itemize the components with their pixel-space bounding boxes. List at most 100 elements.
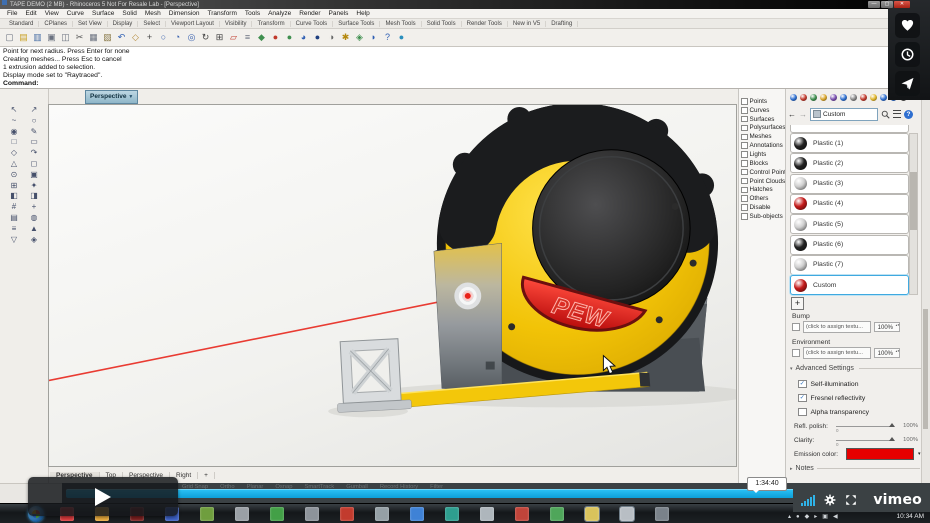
checkbox-icon[interactable]	[741, 133, 748, 141]
tool-icon[interactable]: ◧	[4, 191, 24, 202]
viewport-tab[interactable]: +	[198, 471, 215, 479]
menu-item[interactable]: Analyze	[264, 10, 295, 17]
material-item[interactable]: Custom	[790, 275, 909, 296]
tool-icon[interactable]: ~	[4, 116, 24, 127]
material-item[interactable]: Plastic (7)	[790, 254, 909, 275]
toolbar-icon[interactable]: +	[143, 31, 156, 44]
checkbox-icon[interactable]	[741, 160, 748, 167]
material-list-scrollbar[interactable]	[909, 133, 918, 295]
material-toolbar-icon[interactable]	[820, 94, 827, 101]
taskbar-app-icon[interactable]	[305, 507, 319, 521]
slider-handle[interactable]	[889, 436, 895, 441]
close-button[interactable]: ✕	[894, 1, 910, 8]
filter-row[interactable]: Blocks	[739, 159, 785, 168]
scrollbar-thumb[interactable]	[923, 309, 928, 429]
toolbar-icon[interactable]: ●	[395, 31, 408, 44]
vimeo-logo[interactable]: vimeo	[873, 492, 922, 508]
toolbar-icon[interactable]: ≡	[241, 31, 254, 44]
tool-icon[interactable]: ↖	[4, 105, 24, 116]
material-toolbar-icon[interactable]	[810, 94, 817, 101]
toolbar-tab[interactable]: Standard	[4, 20, 40, 27]
tool-icon[interactable]: ↷	[24, 148, 44, 159]
tool-icon[interactable]: ▲	[24, 224, 44, 235]
material-toolbar-icon[interactable]	[880, 94, 887, 101]
toolbar-icon[interactable]: ◗	[367, 31, 380, 44]
toolbar-icon[interactable]: ◎	[185, 31, 198, 44]
tray-icon[interactable]: ▴	[788, 513, 791, 522]
scrollbar-thumb[interactable]	[910, 172, 917, 230]
material-item[interactable]: Plastic (4)	[790, 193, 909, 214]
toolbar-icon[interactable]: ↶	[115, 31, 128, 44]
filter-row[interactable]: Others	[739, 194, 785, 203]
taskbar-app-icon[interactable]	[655, 507, 669, 521]
maximize-button[interactable]: ▢	[881, 1, 893, 8]
checkbox-icon[interactable]	[792, 323, 800, 331]
taskbar-app-icon[interactable]	[584, 506, 600, 522]
checkbox-icon[interactable]	[798, 407, 807, 417]
toolbar-icon[interactable]: ●	[283, 31, 296, 44]
refl-polish-slider[interactable]: 0	[836, 422, 895, 433]
toolbar-tab[interactable]: Visibility	[220, 20, 253, 27]
taskbar-app-icon[interactable]	[340, 507, 354, 521]
menu-hamburger-icon[interactable]	[893, 110, 901, 118]
command-history[interactable]: Point for next radius. Press Enter for n…	[0, 47, 930, 89]
tool-icon[interactable]: #	[4, 202, 24, 213]
filter-row[interactable]: Point Clouds	[739, 177, 785, 186]
toolbar-icon[interactable]: ○	[157, 31, 170, 44]
taskbar-app-icon[interactable]	[445, 507, 459, 521]
bump-texture-button[interactable]: (click to assign textu...	[803, 321, 871, 333]
checkbox-icon[interactable]	[741, 168, 748, 176]
settings-gear-icon[interactable]	[824, 494, 836, 506]
bump-percent-spinner[interactable]: 100%	[874, 322, 900, 332]
material-toolbar-icon[interactable]	[860, 94, 867, 101]
checkbox-icon[interactable]	[741, 124, 748, 132]
tool-icon[interactable]: ◇	[4, 148, 24, 159]
fullscreen-icon[interactable]	[845, 494, 857, 506]
toolbar-icon[interactable]: ?	[381, 31, 394, 44]
checkbox-icon[interactable]	[741, 115, 748, 123]
toolbar-tab[interactable]: Viewport Layout	[166, 20, 220, 27]
taskbar-app-icon[interactable]	[375, 507, 389, 521]
toolbar-tab[interactable]: Mesh Tools	[380, 20, 422, 27]
menu-item[interactable]: View	[41, 10, 63, 17]
tool-icon[interactable]: ▭	[24, 137, 44, 148]
clarity-slider[interactable]: 0	[836, 436, 895, 447]
tool-icon[interactable]: ◈	[24, 235, 44, 246]
tool-icon[interactable]: ✎	[24, 127, 44, 138]
tray-icon[interactable]: ◀	[833, 513, 838, 522]
material-toolbar-icon[interactable]	[850, 94, 857, 101]
filter-row[interactable]: Surfaces	[739, 115, 785, 124]
toolbar-icon[interactable]: ◫	[59, 31, 72, 44]
toolbar-tab[interactable]: Display	[108, 20, 139, 27]
filter-row[interactable]: Meshes	[739, 132, 785, 141]
menu-item[interactable]: Surface	[88, 10, 118, 17]
search-icon[interactable]	[881, 110, 890, 119]
toolbar-icon[interactable]: ●	[311, 31, 324, 44]
volume-icon[interactable]	[801, 494, 815, 506]
material-toolbar-icon[interactable]	[800, 94, 807, 101]
toolbar-icon[interactable]: ▦	[87, 31, 100, 44]
watch-later-button[interactable]	[895, 42, 920, 67]
tray-icon[interactable]: ●	[796, 513, 800, 522]
tray-icon[interactable]: ▸	[814, 513, 817, 522]
menu-item[interactable]: Edit	[21, 10, 40, 17]
material-item[interactable]: Plastic (6)	[790, 234, 909, 255]
filter-row[interactable]: Polysurfaces	[739, 124, 786, 133]
toolbar-icon[interactable]: ▱	[227, 31, 240, 44]
environment-percent-spinner[interactable]: 100%	[874, 348, 900, 358]
filter-row[interactable]: Annotations	[739, 141, 785, 150]
viewport-3d[interactable]: PEW	[48, 104, 737, 467]
menu-item[interactable]: File	[3, 10, 21, 17]
toolbar-tab[interactable]: Drafting	[546, 20, 579, 27]
menu-item[interactable]: Mesh	[141, 10, 165, 17]
toolbar-icon[interactable]: ◇	[129, 31, 142, 44]
tool-icon[interactable]: ✦	[24, 181, 44, 192]
toolbar-icon[interactable]: ✂	[73, 31, 86, 44]
toolbar-icon[interactable]: ↻	[199, 31, 212, 44]
material-search-box[interactable]	[810, 107, 878, 121]
toolbar-icon[interactable]: ▣	[45, 31, 58, 44]
material-toolbar-icon[interactable]	[870, 94, 877, 101]
chevron-down-icon[interactable]: ▼	[128, 94, 133, 100]
like-button[interactable]	[895, 13, 920, 38]
toolbar-tab[interactable]: Render Tools	[462, 20, 508, 27]
